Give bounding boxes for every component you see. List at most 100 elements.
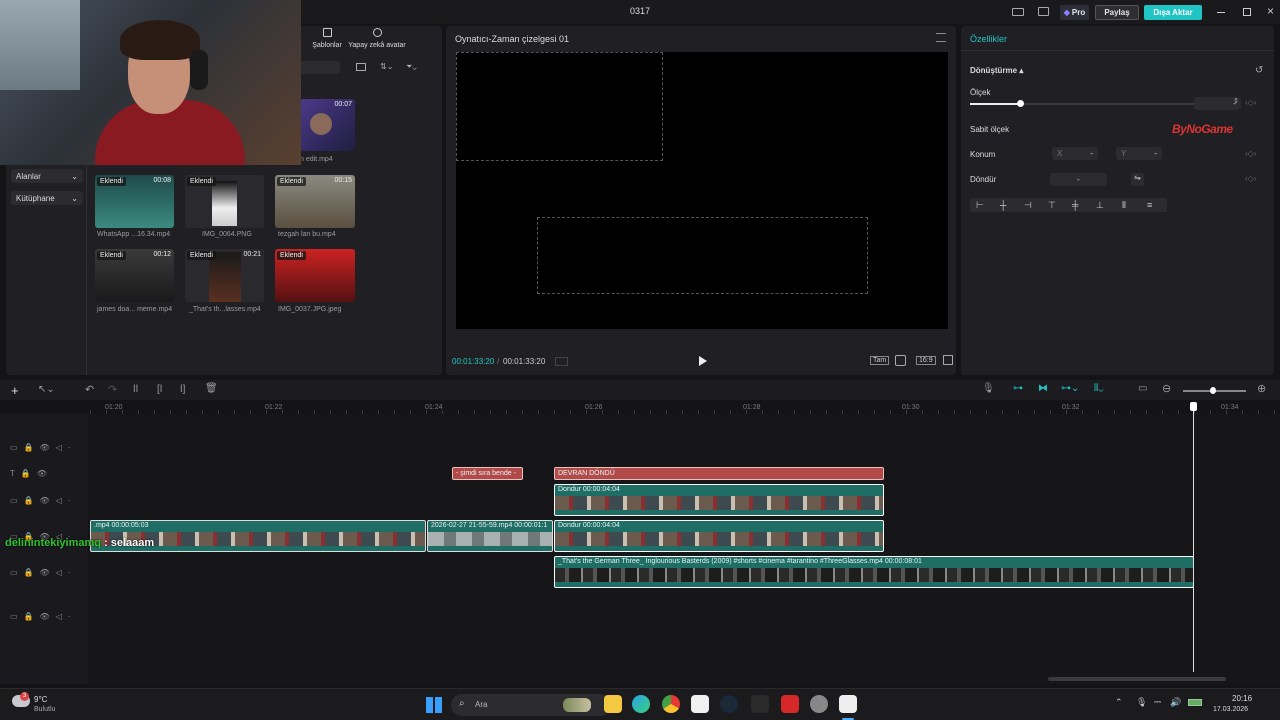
sidebar-item-library[interactable]: Kütüphane ⌄: [11, 191, 83, 205]
ratio-button[interactable]: 16:9: [916, 356, 936, 365]
settings-icon[interactable]: [810, 695, 828, 713]
taskbar-search[interactable]: ⌕ Ara: [451, 694, 611, 716]
maximize-icon[interactable]: [1243, 8, 1251, 16]
media-item[interactable]: Eklendi: [275, 249, 355, 302]
playhead-handle[interactable]: [1190, 402, 1197, 411]
clock-time[interactable]: 20:16: [1232, 694, 1252, 703]
align-bottom-icon[interactable]: ⊥: [1096, 200, 1104, 211]
link-icon[interactable]: ⧓: [1038, 383, 1048, 394]
clock-date[interactable]: 17.03.2026: [1213, 706, 1248, 713]
video-clip[interactable]: 2026-02-27 21-55-59.mp4 00:00:01:1: [427, 520, 553, 552]
menu-icon[interactable]: [936, 33, 946, 42]
text-clip[interactable]: - şimdi sıra bende -: [452, 467, 523, 480]
align-right-icon[interactable]: ⊣: [1024, 200, 1032, 211]
timeline-scrollbar[interactable]: [1048, 677, 1226, 681]
chrome-icon[interactable]: [662, 695, 680, 713]
scale-slider-handle[interactable]: [1016, 100, 1024, 107]
play-icon[interactable]: [699, 356, 707, 366]
select-tool-icon[interactable]: ↖⌄: [38, 384, 55, 395]
undo-icon[interactable]: ↶: [85, 383, 94, 396]
media-item[interactable]: Eklendi: [185, 175, 264, 228]
zoom-out-icon[interactable]: ⊖: [1162, 382, 1171, 395]
video-clip[interactable]: _That's the German Three_ Inglourious Ba…: [554, 556, 1194, 588]
caption-icon[interactable]: ▭: [1138, 383, 1147, 394]
media-filename: n edit.mp4: [300, 156, 333, 163]
keyframe-icon[interactable]: ‹◇›: [1245, 149, 1256, 158]
video-clip[interactable]: Dondur 00:00:04:04: [554, 484, 884, 516]
preview-axis-icon[interactable]: ⫴⌄: [1094, 383, 1104, 394]
video-canvas[interactable]: [456, 52, 948, 329]
minimize-icon[interactable]: [1217, 12, 1225, 13]
transform-section[interactable]: Dönüştürme ▴: [970, 66, 1023, 75]
share-button[interactable]: Paylaş: [1095, 5, 1139, 20]
video-clip[interactable]: Dondur 00:00:04:04: [554, 520, 884, 552]
scale-slider[interactable]: [970, 100, 1196, 107]
shortcut-icon[interactable]: [1038, 7, 1049, 16]
store-icon[interactable]: [691, 695, 709, 713]
distribute-h-icon[interactable]: ⦀: [1122, 200, 1126, 211]
microphone-icon[interactable]: 🎙: [982, 383, 995, 394]
fullscreen-icon[interactable]: [943, 355, 953, 365]
split-left-icon[interactable]: [ǀ: [157, 384, 162, 395]
full-quality-button[interactable]: Tam: [870, 356, 890, 365]
export-button[interactable]: Dışa Aktar: [1144, 5, 1202, 20]
search-input[interactable]: [298, 61, 340, 74]
text-clip[interactable]: DEVRAN DÖNDÜ: [554, 467, 884, 480]
position-y-input[interactable]: Y-: [1116, 147, 1162, 160]
grid-view-icon[interactable]: [356, 63, 366, 71]
volume-icon[interactable]: 🔊: [1170, 697, 1181, 708]
align-left-icon[interactable]: ⊢: [976, 200, 984, 211]
keyframe-icon[interactable]: ‹◇›: [1245, 174, 1256, 183]
bynogame-logo: ByNoGame: [1172, 122, 1233, 136]
stepper-icon[interactable]: ⇕: [1233, 97, 1239, 105]
align-center-v-icon[interactable]: ╪: [1072, 200, 1078, 210]
rotate-input[interactable]: -: [1050, 173, 1107, 186]
reset-icon[interactable]: ↺: [1255, 65, 1263, 76]
media-item[interactable]: 00:07: [300, 99, 355, 151]
delete-icon[interactable]: 🗑: [205, 383, 218, 394]
auto-snap-icon[interactable]: ⊶⌄: [1061, 383, 1079, 394]
microphone-icon[interactable]: 🎙: [1136, 697, 1147, 708]
keyframe-icon[interactable]: ‹◇›: [1245, 98, 1256, 107]
magnet-main-icon[interactable]: ⊶: [1013, 383, 1023, 394]
media-item[interactable]: Eklendi 00:08: [95, 175, 174, 228]
steam-icon[interactable]: [720, 695, 738, 713]
playhead[interactable]: [1190, 402, 1197, 672]
media-item[interactable]: Eklendi 00:12: [95, 249, 174, 302]
network-icon[interactable]: ⎓: [1154, 697, 1161, 708]
ai-avatar-tab[interactable]: Yapay zekâ avatar: [348, 28, 406, 49]
templates-tab[interactable]: Şablonlar: [311, 28, 343, 49]
media-item[interactable]: Eklendi 00:15: [275, 175, 355, 228]
rotate-flip-button[interactable]: ⇋: [1131, 173, 1144, 186]
split-icon[interactable]: ǀǀ: [133, 384, 138, 395]
layout-icon[interactable]: [1012, 8, 1024, 16]
epic-games-icon[interactable]: [751, 695, 769, 713]
position-x-input[interactable]: X-: [1052, 147, 1098, 160]
media-item[interactable]: Eklendi 00:21: [185, 249, 264, 302]
split-right-icon[interactable]: ǀ]: [180, 384, 185, 395]
edge-icon[interactable]: [632, 695, 650, 713]
distribute-v-icon[interactable]: ≡: [1147, 200, 1152, 210]
battery-icon[interactable]: [1188, 699, 1202, 706]
filter-icon[interactable]: ⏷⌄: [406, 62, 417, 72]
zoom-slider[interactable]: [1183, 387, 1246, 394]
align-center-h-icon[interactable]: ┼: [1000, 200, 1006, 210]
redo-icon[interactable]: ↷: [108, 383, 117, 396]
zoom-fit-icon[interactable]: [895, 355, 906, 366]
windows-start-icon[interactable]: [426, 697, 442, 713]
scale-label: Ölçek: [970, 88, 991, 97]
app-red-icon[interactable]: [781, 695, 799, 713]
close-icon[interactable]: ×: [1267, 4, 1274, 18]
timeline-view-icon[interactable]: [555, 357, 568, 366]
sort-icon[interactable]: ⇅⌄: [380, 62, 393, 71]
pro-button[interactable]: ◆ Pro: [1060, 5, 1089, 20]
zoom-in-icon[interactable]: ⊕: [1257, 382, 1266, 395]
file-explorer-icon[interactable]: [604, 695, 622, 713]
add-track-icon[interactable]: +: [11, 383, 19, 398]
properties-tab[interactable]: Özellikler: [970, 34, 1007, 44]
zoom-slider-handle[interactable]: [1210, 387, 1216, 394]
capcut-icon[interactable]: [839, 695, 857, 713]
sidebar-item-fields[interactable]: Alanlar ⌄: [11, 169, 83, 183]
tray-chevron-icon[interactable]: ⌃: [1115, 697, 1123, 708]
align-top-icon[interactable]: ⊤: [1048, 200, 1056, 211]
